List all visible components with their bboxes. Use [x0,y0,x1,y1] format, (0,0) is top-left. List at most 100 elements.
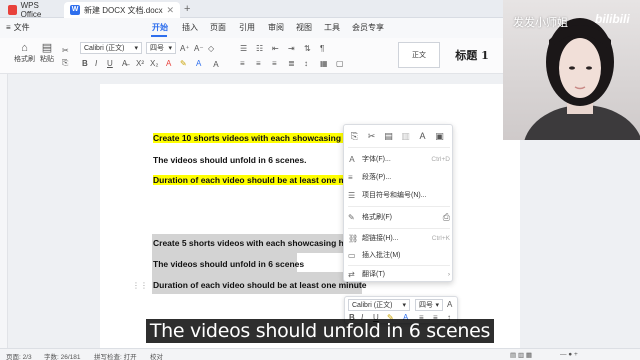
copy-icon[interactable]: ⎘ [62,58,68,68]
chevron-down-icon: ▾ [435,302,439,309]
chevron-down-icon: ▾ [168,45,172,52]
menu-item-font[interactable]: Ａ 字体(F)... Ctrl+D [348,152,450,166]
justify-icon[interactable]: ≣ [288,59,295,68]
menu-home[interactable]: 开始 [152,22,168,33]
paste-label: 粘贴 [40,56,54,63]
doc-line-3[interactable]: Duration of each video should be at leas… [153,175,359,186]
indent-icon[interactable]: ⇥ [288,44,295,53]
bold-icon[interactable]: B [82,59,88,68]
outdent-icon[interactable]: ⇤ [272,44,279,53]
new-tab-icon[interactable]: + [184,3,190,15]
line-spacing-icon[interactable]: ↕ [304,59,308,68]
italic-icon[interactable]: I [95,59,97,68]
paste-button[interactable]: ▤ 粘贴 [40,42,54,64]
superscript-icon[interactable]: X² [136,59,144,68]
webcam-overlay: 发发小师姐 bilibili [503,0,640,140]
numbered-list-icon[interactable]: ☷ [256,44,263,53]
mini-font-name-select[interactable]: Calibri (正文) ▾ [348,299,410,311]
paste-icon[interactable]: ▤ [382,129,395,143]
font-icon: Ａ [348,154,356,164]
font-name-select[interactable]: Calibri (正文) ▾ [80,42,142,54]
link-icon: ⛓ [348,233,359,243]
cut-icon[interactable]: ✂ [62,46,69,55]
font-name-value: Calibri (正文) [84,45,125,52]
menu-tools[interactable]: 工具 [324,22,340,33]
style-heading-1[interactable]: 标题 1 [444,42,500,68]
tab-document[interactable]: W 新建 DOCX 文档.docx ✕ [64,2,180,18]
context-toolbar: ⎘ ✂ ▤ ▥ A ▣ [348,129,446,143]
menu-item-format-painter[interactable]: ✎ 格式刷(F) ⎙ [348,210,450,224]
context-menu: ⎘ ✂ ▤ ▥ A ▣ Ａ 字体(F)... Ctrl+D ≡ 段落(P)...… [343,124,453,282]
status-word-count[interactable]: 字数: 26/181 [44,351,81,360]
paragraph-icon: ≡ [348,172,353,182]
tab-wps-office[interactable]: WPS Office [2,1,62,19]
word-doc-icon: W [70,5,80,15]
menu-insert[interactable]: 插入 [182,22,198,33]
menu-page[interactable]: 页面 [210,22,226,33]
shading-icon[interactable]: ▦ [320,59,328,68]
highlight-icon[interactable]: ✎ [180,59,187,68]
style-normal-label: 正文 [412,52,426,59]
doc-line-1[interactable]: Create 10 shorts videos with each showca… [153,133,356,144]
style-normal[interactable]: 正文 [398,42,440,68]
doc-line-4[interactable]: Create 5 shorts videos with each showcas… [153,238,356,249]
menu-item-bullets[interactable]: ☰ 项目符号和编号(N)... [348,188,450,202]
mini-font-size-select[interactable]: 四号 ▾ [415,299,443,311]
separator [348,265,450,266]
file-menu[interactable]: ≡ 文件 [6,22,30,33]
shrink-font-icon[interactable]: A⁻ [194,44,204,53]
clipboard-icon[interactable]: ▣ [433,129,446,143]
vertical-ruler [0,74,8,348]
status-page[interactable]: 页面: 2/3 [6,351,32,360]
copy-icon[interactable]: ⎘ [348,129,361,143]
doc-line-5[interactable]: The videos should unfold in 6 scenes [153,259,304,270]
close-icon[interactable]: ✕ [166,5,174,16]
separator [348,147,450,148]
sort-icon[interactable]: ⇅ [304,44,311,53]
menu-item-hyperlink[interactable]: ⛓ 超链接(H)... Ctrl+K [348,231,450,245]
zoom-slider[interactable]: — ● + [560,351,578,358]
doc-line-2[interactable]: The videos should unfold in 6 scenes. [153,155,307,166]
bullet-list-icon[interactable]: ☰ [240,44,247,53]
menu-member[interactable]: 会员专享 [352,22,384,33]
menu-item-translate[interactable]: ⇄ 翻译(T) › [348,267,450,281]
brush-icon: ✎ [348,212,355,222]
status-spell-check[interactable]: 拼写检查: 打开 [94,351,137,360]
menu-reference[interactable]: 引用 [239,22,255,33]
format-painter-button[interactable]: ⌂ 格式刷 [14,42,35,64]
status-proofread[interactable]: 校对 [150,351,163,360]
font-size-select[interactable]: 四号 ▾ [146,42,176,54]
strikethrough-icon[interactable]: A̶ [122,59,127,68]
underline-icon[interactable]: U [107,59,113,68]
align-left-icon[interactable]: ≡ [240,59,245,68]
selection-gap [297,253,347,272]
borders-icon[interactable]: ▢ [336,59,344,68]
hamburger-icon: ≡ [6,23,11,32]
chevron-down-icon: ▾ [402,302,406,309]
menu-view[interactable]: 视图 [296,22,312,33]
char-border-icon[interactable]: Ａ [212,59,220,70]
font-color-icon[interactable]: A [196,59,201,68]
grow-font-icon[interactable]: A [447,300,452,309]
cut-icon[interactable]: ✂ [365,129,378,143]
separator [348,228,450,229]
paste-text-icon[interactable]: A [416,129,429,143]
drag-handle-icon[interactable]: ⋮⋮ [132,281,148,290]
grow-font-icon[interactable]: A⁺ [180,44,190,53]
menu-item-comment[interactable]: ▭ 插入批注(M) [348,248,450,262]
subscript-icon[interactable]: X₂ [150,59,158,68]
tab-wps-label: WPS Office [20,1,42,19]
align-center-icon[interactable]: ≡ [256,59,261,68]
menu-review[interactable]: 审阅 [268,22,284,33]
active-tab-indicator [151,35,167,37]
chevron-down-icon: ▾ [134,45,138,52]
paste-special-icon[interactable]: ▥ [399,129,412,143]
align-right-icon[interactable]: ≡ [272,59,277,68]
text-effect-icon[interactable]: A [166,59,171,68]
show-marks-icon[interactable]: ¶ [320,44,324,53]
menu-item-paragraph[interactable]: ≡ 段落(P)... [348,170,450,184]
video-subtitle: The videos should unfold in 6 scenes [0,319,640,343]
view-mode-icon[interactable]: ▤ ▥ ▦ [510,351,532,359]
clear-format-icon[interactable]: ◇ [208,44,214,53]
doc-line-6[interactable]: Duration of each video should be at leas… [153,280,366,291]
